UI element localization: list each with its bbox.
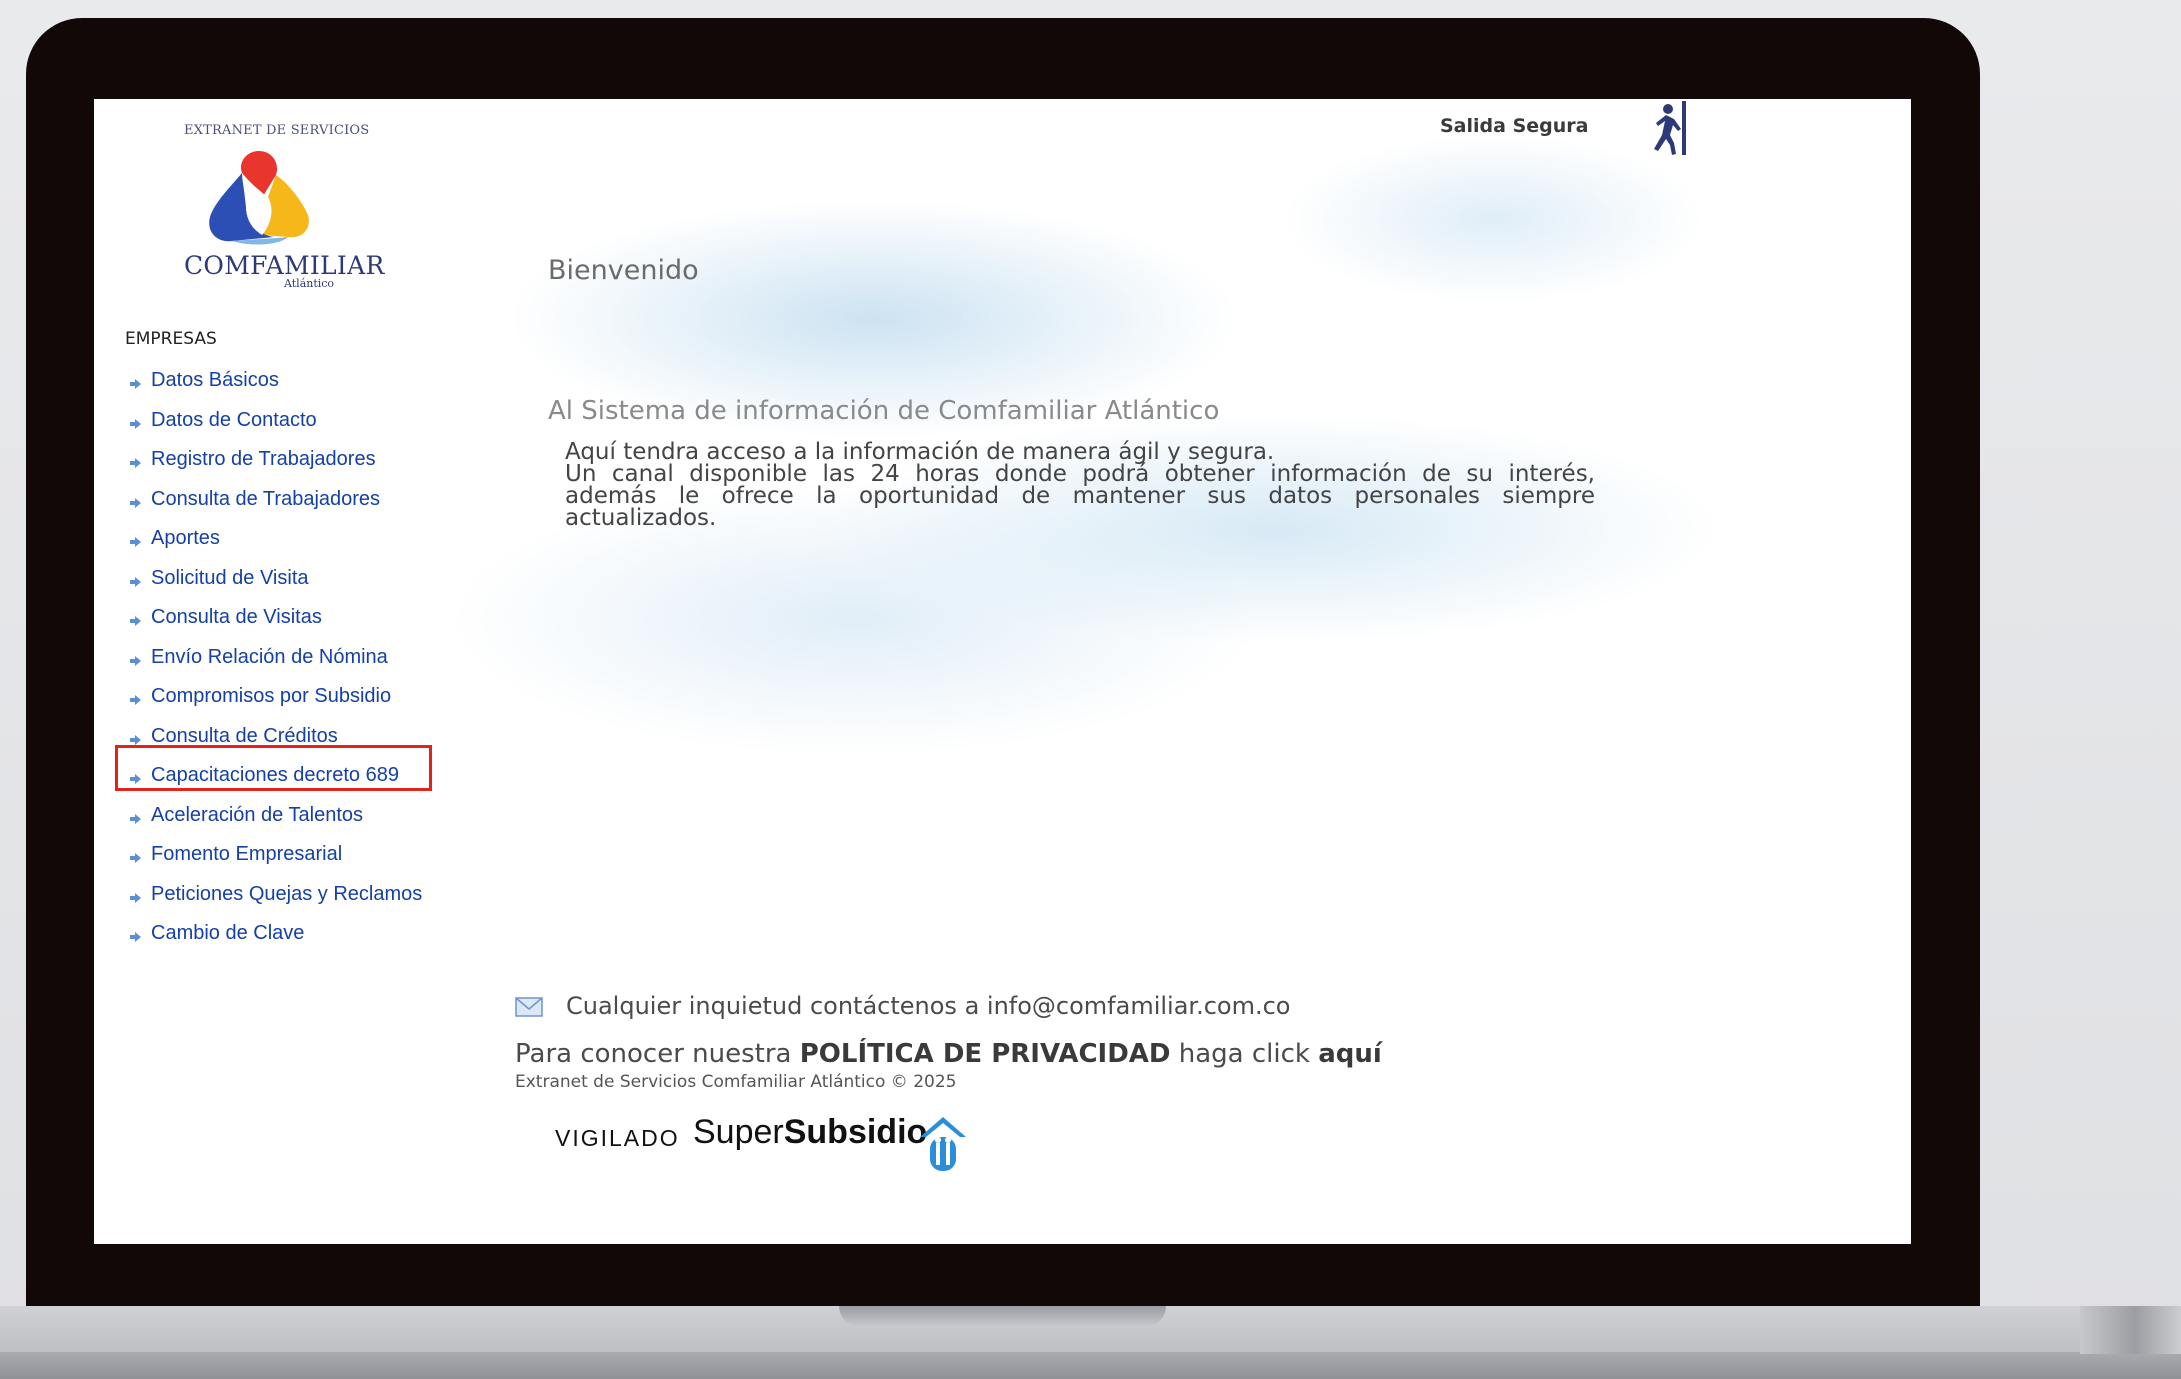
supersubsidio-house-icon	[920, 1117, 966, 1171]
sidebar-item-solicitud-visita[interactable]: Solicitud de Visita	[130, 559, 422, 599]
page-title: Bienvenido	[548, 255, 699, 286]
privacy-policy-label: POLÍTICA DE PRIVACIDAD	[799, 1039, 1171, 1069]
page-subtitle: Al Sistema de información de Comfamiliar…	[548, 396, 1220, 426]
logo-subname: Atlántico	[284, 277, 335, 290]
sidebar-item-label[interactable]: Solicitud de Visita	[151, 567, 309, 590]
sidebar-item-label[interactable]: Consulta de Visitas	[151, 606, 322, 629]
highlight-box	[115, 745, 432, 791]
blue-arrow-bullet-icon	[130, 418, 141, 429]
sidebar-item-label[interactable]: Consulta de Trabajadores	[151, 488, 380, 511]
sidebar-item-fomento-empresarial[interactable]: Fomento Empresarial	[130, 835, 422, 875]
blue-arrow-bullet-icon	[130, 497, 141, 508]
vigilado-label: VIGILADO	[555, 1125, 680, 1151]
blue-arrow-bullet-icon	[130, 655, 141, 666]
blue-arrow-bullet-icon	[130, 695, 141, 706]
brand-bold: Subsidio	[783, 1113, 928, 1151]
supersubsidio-brand: SuperSubsidio	[693, 1113, 927, 1152]
privacy-link[interactable]: aquí	[1318, 1039, 1382, 1069]
blue-arrow-bullet-icon	[130, 734, 141, 745]
blue-arrow-bullet-icon	[130, 892, 141, 903]
browser-screen: EXTRANET DE SERVICIOS COMFAMILIAR Atlánt…	[94, 99, 1911, 1244]
sidebar-item-label[interactable]: Fomento Empresarial	[151, 843, 342, 866]
blue-arrow-bullet-icon	[130, 932, 141, 943]
sidebar-item-consulta-trabajadores[interactable]: Consulta de Trabajadores	[130, 480, 422, 520]
intro-line-2: Un canal disponible las 24 horas donde p…	[565, 461, 1595, 531]
blue-arrow-bullet-icon	[130, 537, 141, 548]
blue-arrow-bullet-icon	[130, 813, 141, 824]
laptop-base-shadow	[0, 1352, 2181, 1379]
sidebar-item-label[interactable]: Compromisos por Subsidio	[151, 685, 391, 708]
exit-running-man-icon[interactable]	[1646, 99, 1690, 157]
blue-arrow-bullet-icon	[130, 379, 141, 390]
sidebar-item-label[interactable]: Aportes	[151, 527, 220, 550]
intro-text: Aquí tendra acceso a la información de m…	[565, 439, 1595, 531]
sidebar-item-envio-nomina[interactable]: Envío Relación de Nómina	[130, 638, 422, 678]
brand-light: Super	[693, 1113, 784, 1151]
logout-link[interactable]: Salida Segura	[1440, 115, 1588, 137]
sidebar-menu: Datos Básicos Datos de Contacto Registro…	[130, 361, 422, 954]
sidebar-section-title: EMPRESAS	[125, 329, 217, 349]
sidebar-item-datos-contacto[interactable]: Datos de Contacto	[130, 401, 422, 441]
sidebar-item-aportes[interactable]: Aportes	[130, 519, 422, 559]
sidebar-item-label[interactable]: Aceleración de Talentos	[151, 804, 363, 827]
sidebar-item-cambio-clave[interactable]: Cambio de Clave	[130, 914, 422, 954]
privacy-prefix: Para conocer nuestra	[515, 1039, 800, 1069]
blue-arrow-bullet-icon	[130, 576, 141, 587]
sidebar-item-pqr[interactable]: Peticiones Quejas y Reclamos	[130, 875, 422, 915]
sidebar-item-label[interactable]: Envío Relación de Nómina	[151, 646, 388, 669]
sidebar-item-label[interactable]: Cambio de Clave	[151, 922, 304, 945]
sidebar-item-label[interactable]: Datos de Contacto	[151, 409, 317, 432]
sidebar-item-registro-trabajadores[interactable]: Registro de Trabajadores	[130, 440, 422, 480]
copyright: Extranet de Servicios Comfamiliar Atlánt…	[515, 1072, 957, 1092]
sidebar-item-label[interactable]: Datos Básicos	[151, 369, 279, 392]
laptop-notch	[839, 1306, 1166, 1327]
privacy-middle: haga click	[1170, 1039, 1319, 1069]
contact-text: Cualquier inquietud contáctenos a info@c…	[566, 992, 1291, 1020]
sidebar-item-consulta-visitas[interactable]: Consulta de Visitas	[130, 598, 422, 638]
blue-arrow-bullet-icon	[130, 458, 141, 469]
sidebar-item-compromisos-subsidio[interactable]: Compromisos por Subsidio	[130, 677, 422, 717]
laptop-hinge	[2080, 1306, 2181, 1354]
sidebar-item-aceleracion-talentos[interactable]: Aceleración de Talentos	[130, 796, 422, 836]
logo-tagline: EXTRANET DE SERVICIOS	[184, 123, 370, 138]
intro-line-1: Aquí tendra acceso a la información de m…	[565, 439, 1275, 465]
sidebar-item-label[interactable]: Registro de Trabajadores	[151, 448, 376, 471]
blue-arrow-bullet-icon	[130, 616, 141, 627]
logo-name: COMFAMILIAR	[184, 251, 385, 280]
sidebar-item-datos-basicos[interactable]: Datos Básicos	[130, 361, 422, 401]
envelope-icon	[515, 997, 543, 1017]
sidebar-item-label[interactable]: Peticiones Quejas y Reclamos	[151, 883, 422, 906]
comfamiliar-logo-icon	[209, 151, 309, 245]
blue-arrow-bullet-icon	[130, 853, 141, 864]
privacy-text: Para conocer nuestra POLÍTICA DE PRIVACI…	[515, 1039, 1382, 1069]
